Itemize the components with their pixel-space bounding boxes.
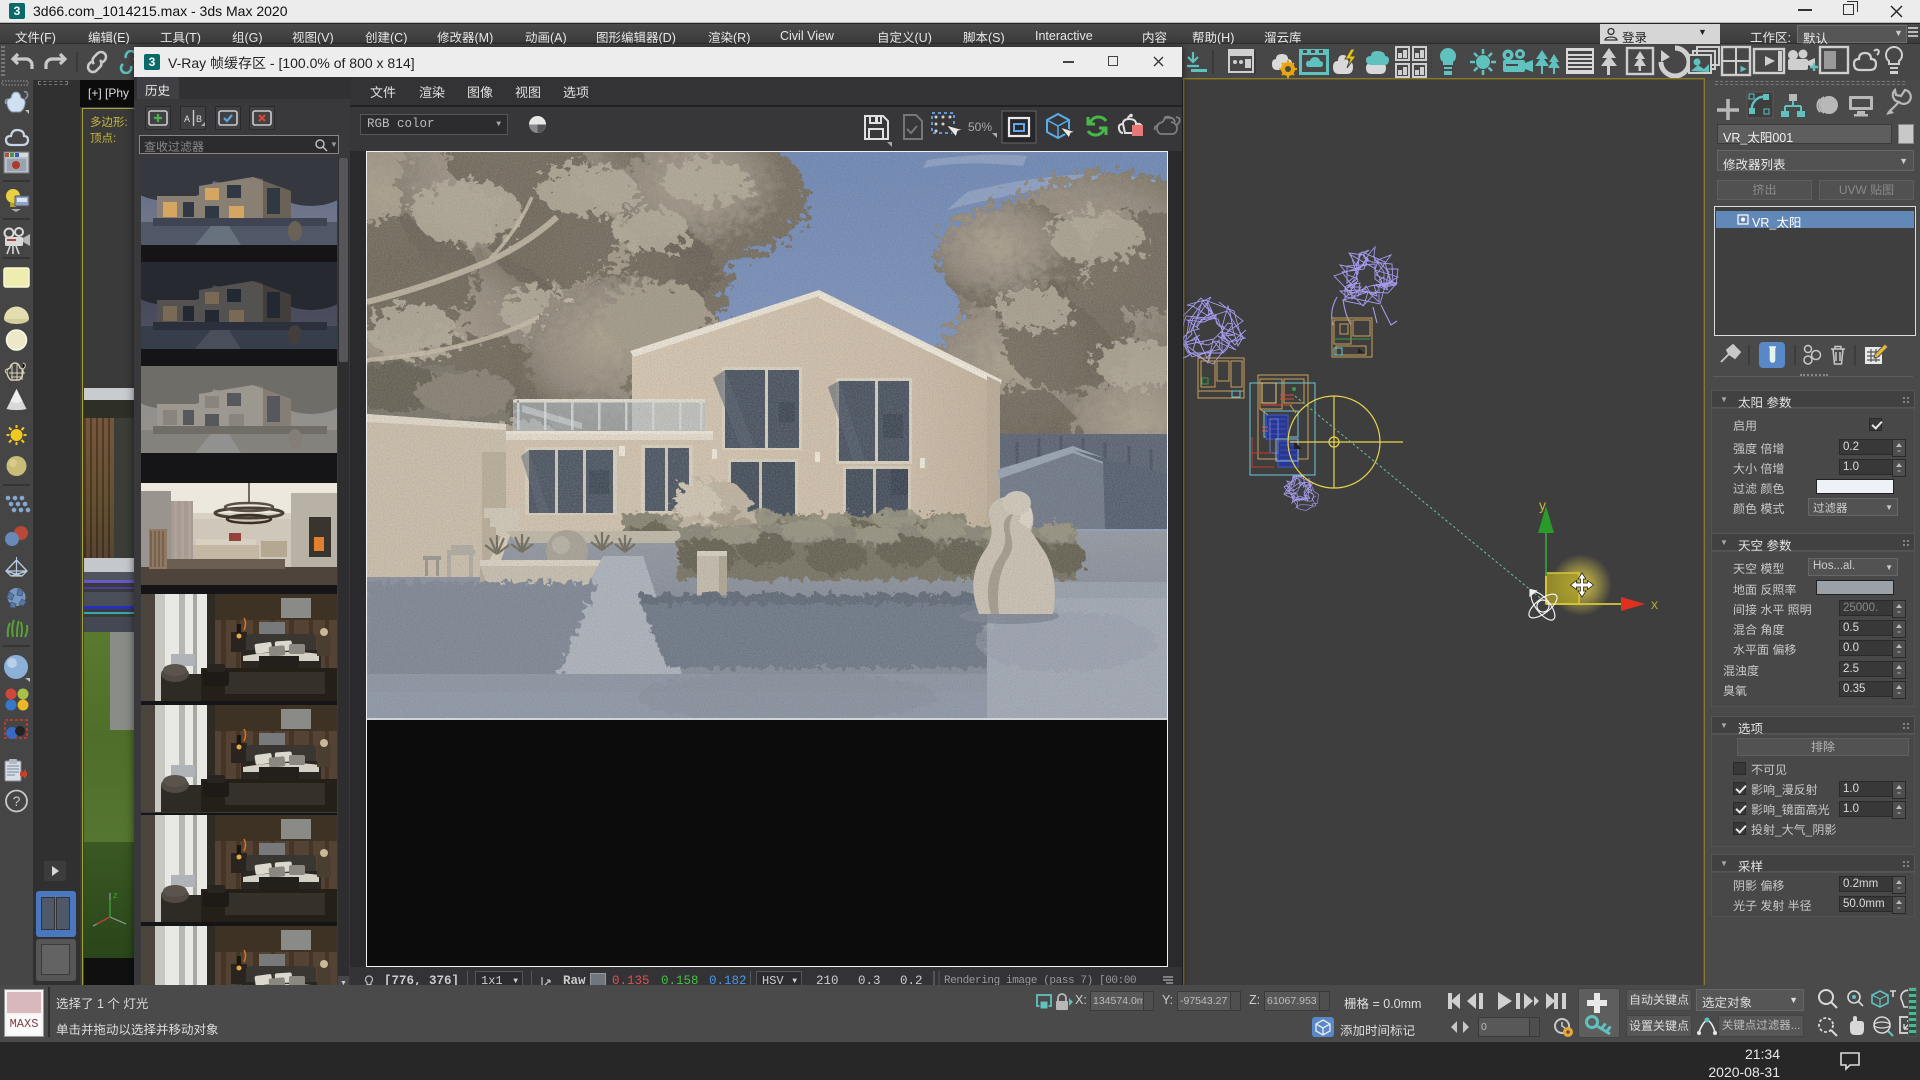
svg-text:50%: 50% xyxy=(968,120,992,134)
svg-text:A: A xyxy=(184,114,190,124)
svg-text:z: z xyxy=(113,890,118,900)
svg-text:x: x xyxy=(1651,596,1658,612)
svg-text:y: y xyxy=(1539,497,1546,513)
svg-text:?: ? xyxy=(13,793,21,809)
svg-text:B: B xyxy=(196,114,202,124)
